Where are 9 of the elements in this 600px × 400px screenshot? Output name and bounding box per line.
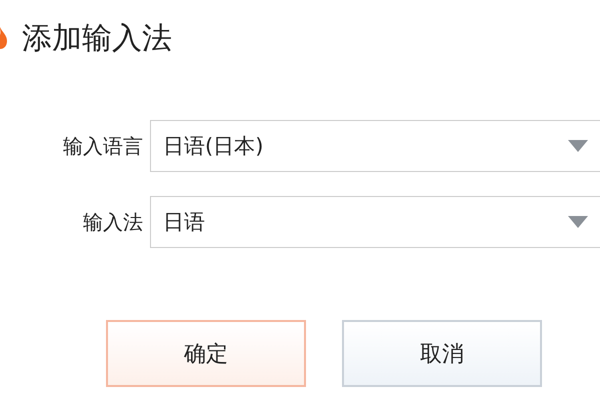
dialog-title: 添加输入法 [22,20,172,58]
dropdown-caret-icon [568,140,588,152]
dropdown-caret-icon [568,216,588,228]
dropdown-field[interactable]: 日语(日本) [150,120,600,172]
confirm-button[interactable]: 确定 [106,320,306,387]
field-label: 输入法 [82,208,144,236]
field-label: 输入语言 [62,132,144,160]
cancel-button[interactable]: 取消 [342,320,542,387]
dropdown-field[interactable]: 日语 [150,196,600,248]
